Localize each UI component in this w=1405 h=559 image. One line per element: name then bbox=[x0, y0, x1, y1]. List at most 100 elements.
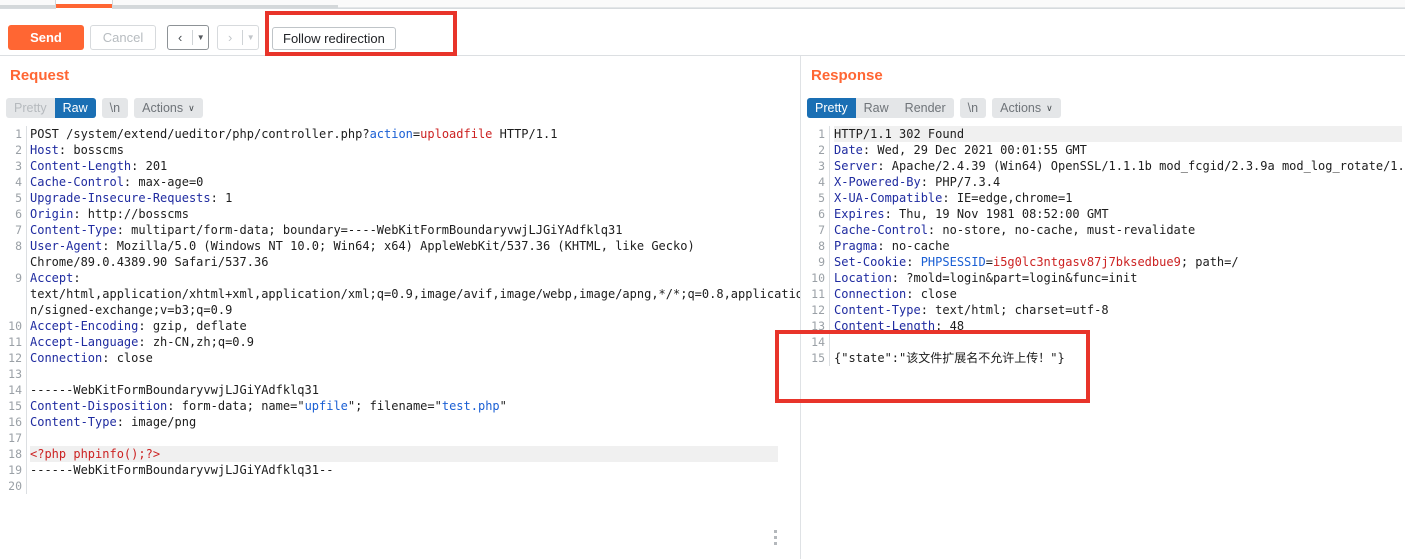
code-token: Connection bbox=[30, 351, 103, 365]
code-line[interactable]: ------WebKitFormBoundaryvwjLJGiYAdfklq31 bbox=[30, 382, 800, 398]
request-tab-raw[interactable]: Raw bbox=[54, 98, 96, 118]
code-line[interactable]: ------WebKitFormBoundaryvwjLJGiYAdfklq31… bbox=[30, 462, 800, 478]
next-request-group[interactable]: › ▼ bbox=[217, 25, 259, 50]
code-line[interactable]: Server: Apache/2.4.39 (Win64) OpenSSL/1.… bbox=[834, 158, 1405, 174]
prev-request-group[interactable]: ‹ ▼ bbox=[167, 25, 209, 50]
code-line[interactable] bbox=[30, 366, 800, 382]
line-number: 13 bbox=[811, 319, 825, 333]
code-line[interactable]: Chrome/89.0.4389.90 Safari/537.36 bbox=[30, 254, 800, 270]
response-tab-pretty[interactable]: Pretty bbox=[807, 98, 856, 118]
code-line[interactable]: Content-Length: 201 bbox=[30, 158, 800, 174]
code-line[interactable]: {"state":"该文件扩展名不允许上传！"} bbox=[834, 350, 1405, 366]
send-button[interactable]: Send bbox=[8, 25, 84, 50]
code-line[interactable]: Content-Disposition: form-data; name="up… bbox=[30, 398, 800, 414]
chevron-down-icon[interactable]: ▼ bbox=[243, 26, 258, 49]
cancel-button[interactable]: Cancel bbox=[90, 25, 156, 50]
response-editor[interactable]: 1 2 3 4 5 6 7 8 9 10 11 12 13 14 15 HTTP/1.1 302 Found… bbox=[801, 126, 1405, 559]
chevron-down-icon: ∨ bbox=[188, 102, 195, 113]
code-token: Set-Cookie bbox=[834, 255, 907, 269]
code-token: : http://bosscms bbox=[73, 207, 189, 221]
code-token: Expires bbox=[834, 207, 885, 221]
line-number: 11 bbox=[811, 287, 825, 301]
code-token: : no-store, no-cache, must-revalidate bbox=[927, 223, 1196, 237]
code-line[interactable]: X-UA-Compatible: IE=edge,chrome=1 bbox=[834, 190, 1405, 206]
request-line-numbers: 12345678 9 10 11 12 13 14 15 16 17 18 19 20 bbox=[0, 126, 27, 494]
response-content[interactable]: HTTP/1.1 302 Found Date: Wed, 29 Dec 2021… bbox=[834, 126, 1405, 366]
code-line[interactable]: Host: bosscms bbox=[30, 142, 800, 158]
request-tab-pretty[interactable]: Pretty bbox=[6, 98, 55, 118]
code-token: User-Agent bbox=[30, 239, 103, 253]
code-token: : form-data; name=" bbox=[167, 399, 305, 413]
code-line[interactable]: POST /system/extend/ueditor/php/controll… bbox=[30, 126, 800, 142]
prev-arrow-icon[interactable]: ‹ bbox=[168, 26, 192, 49]
request-newline-button[interactable]: \n bbox=[102, 98, 128, 118]
response-tab-raw[interactable]: Raw bbox=[856, 98, 897, 118]
code-token: "; filename=" bbox=[347, 399, 442, 413]
code-line[interactable] bbox=[834, 334, 1405, 350]
code-line[interactable]: <?php phpinfo();?> bbox=[30, 446, 778, 462]
tab-strip-mid-shadow bbox=[113, 5, 338, 8]
vertical-dots-handle[interactable] bbox=[774, 530, 778, 546]
line-number: 5 bbox=[15, 191, 22, 205]
line-number bbox=[0, 254, 22, 270]
request-actions-button[interactable]: Actions ∨ bbox=[134, 98, 203, 118]
line-number: 13 bbox=[8, 367, 22, 381]
code-line[interactable] bbox=[30, 430, 800, 446]
code-line[interactable]: Accept-Encoding: gzip, deflate bbox=[30, 318, 800, 334]
code-line[interactable]: Date: Wed, 29 Dec 2021 00:01:55 GMT bbox=[834, 142, 1405, 158]
follow-redirection-button[interactable]: Follow redirection bbox=[272, 27, 396, 50]
code-token: : image/png bbox=[116, 415, 197, 429]
code-line[interactable]: Set-Cookie: PHPSESSID=i5g0lc3ntgasv87j7b… bbox=[834, 254, 1405, 270]
code-line[interactable]: Upgrade-Insecure-Requests: 1 bbox=[30, 190, 800, 206]
code-token: : bbox=[906, 255, 921, 269]
code-line[interactable]: n/signed-exchange;v=b3;q=0.9 bbox=[30, 302, 800, 318]
code-token: : PHP/7.3.4 bbox=[920, 175, 1001, 189]
code-line[interactable]: X-Powered-By: PHP/7.3.4 bbox=[834, 174, 1405, 190]
code-line[interactable]: Cache-Control: no-store, no-cache, must-… bbox=[834, 222, 1405, 238]
code-token: X-Powered-By bbox=[834, 175, 921, 189]
request-view-controls: Pretty Raw \n Actions ∨ bbox=[6, 98, 209, 118]
code-line[interactable]: Content-Length: 48 bbox=[834, 318, 1405, 334]
request-content[interactable]: POST /system/extend/ueditor/php/controll… bbox=[30, 126, 800, 494]
code-token: PHPSESSID bbox=[920, 255, 986, 269]
code-line[interactable]: Accept-Language: zh-CN,zh;q=0.9 bbox=[30, 334, 800, 350]
code-line[interactable] bbox=[30, 478, 800, 494]
code-line[interactable]: Connection: close bbox=[834, 286, 1405, 302]
code-token: " bbox=[499, 399, 507, 413]
code-token: ------WebKitFormBoundaryvwjLJGiYAdfklq31 bbox=[30, 383, 319, 397]
code-line[interactable]: Connection: close bbox=[30, 350, 800, 366]
line-number: 19 bbox=[8, 463, 22, 477]
code-token: : zh-CN,zh;q=0.9 bbox=[138, 335, 254, 349]
response-actions-button[interactable]: Actions ∨ bbox=[992, 98, 1061, 118]
code-line[interactable]: Pragma: no-cache bbox=[834, 238, 1405, 254]
code-line[interactable]: Content-Type: image/png bbox=[30, 414, 800, 430]
code-token: : close bbox=[906, 287, 957, 301]
code-line[interactable]: Content-Type: multipart/form-data; bound… bbox=[30, 222, 800, 238]
code-line[interactable]: Origin: http://bosscms bbox=[30, 206, 800, 222]
code-token: : Apache/2.4.39 (Win64) OpenSSL/1.1.1b m… bbox=[877, 159, 1405, 173]
code-line[interactable]: text/html,application/xhtml+xml,applicat… bbox=[30, 286, 800, 302]
code-line[interactable]: HTTP/1.1 302 Found bbox=[834, 126, 1402, 142]
line-number: 3 bbox=[818, 159, 825, 173]
code-line[interactable]: User-Agent: Mozilla/5.0 (Windows NT 10.0… bbox=[30, 238, 800, 254]
code-line[interactable]: Accept: bbox=[30, 270, 800, 286]
code-token: Cache-Control bbox=[834, 223, 928, 237]
code-token: Cache-Control bbox=[30, 175, 124, 189]
code-token: : IE=edge,chrome=1 bbox=[942, 191, 1073, 205]
response-newline-button[interactable]: \n bbox=[960, 98, 986, 118]
code-line[interactable]: Expires: Thu, 19 Nov 1981 08:52:00 GMT bbox=[834, 206, 1405, 222]
request-editor[interactable]: 12345678 9 10 11 12 13 14 15 16 17 18 19 20 POST /… bbox=[0, 126, 800, 559]
code-token: Content-Type bbox=[30, 223, 117, 237]
tab-active-underline bbox=[56, 4, 112, 8]
chevron-down-icon[interactable]: ▼ bbox=[193, 26, 208, 49]
response-tab-render[interactable]: Render bbox=[897, 98, 954, 118]
code-token: Origin bbox=[30, 207, 74, 221]
code-token: i5g0lc3ntgasv87j7bksedbue9 bbox=[992, 255, 1181, 269]
code-line[interactable]: Content-Type: text/html; charset=utf-8 bbox=[834, 302, 1405, 318]
line-number: 14 bbox=[8, 383, 22, 397]
code-line[interactable]: Location: ?mold=login&part=login&func=in… bbox=[834, 270, 1405, 286]
next-arrow-icon[interactable]: › bbox=[218, 26, 242, 49]
line-number: 7 bbox=[818, 223, 825, 237]
code-line[interactable]: Cache-Control: max-age=0 bbox=[30, 174, 800, 190]
request-newline-toggle: \n bbox=[101, 98, 129, 118]
